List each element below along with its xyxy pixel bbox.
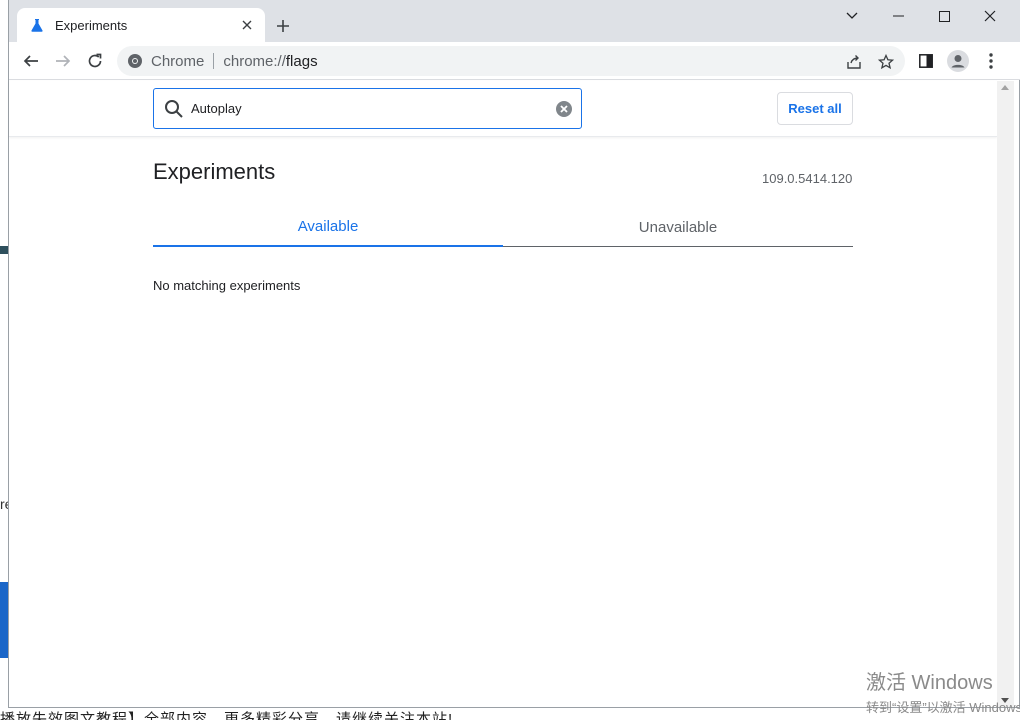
url-text: chrome://flags (223, 53, 317, 70)
tab-close-icon[interactable] (237, 15, 257, 35)
tab-available[interactable]: Available (153, 207, 503, 247)
bookmark-star-icon[interactable] (877, 53, 895, 71)
experiments-tabs: Available Unavailable (153, 207, 853, 247)
more-menu-icon[interactable] (978, 48, 1004, 74)
flask-icon (29, 17, 45, 33)
tab-search-button[interactable] (829, 0, 875, 32)
reload-button[interactable] (82, 48, 108, 74)
clear-search-icon[interactable] (555, 100, 573, 118)
page-scrollbar[interactable] (997, 81, 1014, 707)
tab-title: Experiments (55, 17, 128, 33)
version-label: 109.0.5414.120 (762, 171, 853, 186)
search-flags-box[interactable] (153, 88, 582, 129)
search-input[interactable] (191, 101, 541, 116)
flags-page: Reset all Experiments 109.0.5414.120 Ava… (9, 81, 997, 707)
scroll-up-arrow[interactable] (1001, 85, 1009, 90)
browser-tab-experiments[interactable]: Experiments (17, 8, 265, 42)
flags-header: Reset all (9, 81, 997, 137)
page-title: Experiments (153, 159, 276, 184)
background-page-left: re (0, 0, 12, 720)
windows-activation-watermark: 激活 Windows 转到“设置”以激活 Windows。 (866, 666, 1020, 716)
empty-results-message: No matching experiments (153, 278, 301, 293)
forward-button[interactable] (50, 48, 76, 74)
maximize-button[interactable] (921, 0, 967, 32)
minimize-button[interactable] (875, 0, 921, 32)
close-window-button[interactable] (967, 0, 1013, 32)
watermark-line1: 激活 Windows (866, 672, 993, 694)
background-blue-panel (0, 582, 8, 658)
search-icon (164, 99, 184, 119)
url-path: flags (285, 52, 318, 70)
site-label: Chrome (151, 52, 205, 70)
reset-all-button[interactable]: Reset all (777, 92, 853, 125)
address-bar[interactable]: Chrome chrome://flags (117, 46, 905, 76)
profile-avatar-icon[interactable] (945, 48, 971, 74)
url-scheme: chrome:// (223, 52, 286, 70)
tab-unavailable[interactable]: Unavailable (503, 207, 853, 247)
browser-window: Experiments Chrome chrome://flags Autopl… (8, 0, 1020, 708)
title-bar: Experiments (9, 0, 1020, 42)
address-separator (213, 53, 215, 69)
share-icon[interactable] (845, 53, 863, 71)
new-tab-button[interactable] (271, 14, 295, 38)
background-bottom-text: 播放失效图文教程】全部内容，更多精彩分享，请继续关注本站! (0, 711, 454, 720)
chrome-icon (127, 53, 143, 69)
background-mark (0, 246, 8, 254)
browser-toolbar: Chrome chrome://flags (9, 42, 1020, 80)
watermark-line2: 转到“设置”以激活 Windows。 (866, 700, 1020, 715)
back-button[interactable] (18, 48, 44, 74)
side-panel-icon[interactable] (913, 48, 939, 74)
